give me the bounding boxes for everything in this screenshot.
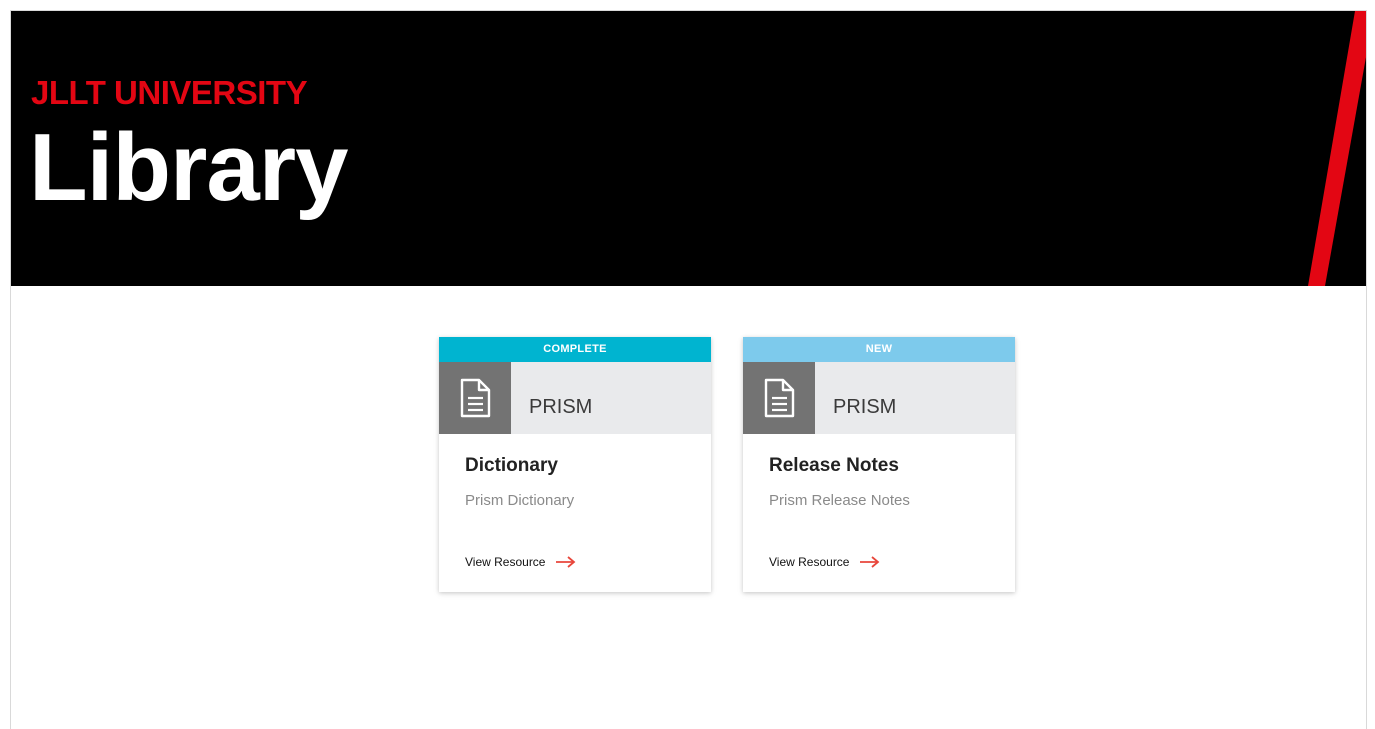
- page-frame: JLLT UNIVERSITY Library COMPLETE PRISM D…: [10, 10, 1367, 729]
- resource-card-release-notes[interactable]: NEW PRISM Release Notes Prism Release No…: [743, 337, 1015, 592]
- card-title: Release Notes: [769, 455, 899, 476]
- hero-banner: JLLT UNIVERSITY Library: [11, 11, 1366, 286]
- card-description: Prism Dictionary: [465, 492, 575, 509]
- view-resource-link[interactable]: View Resource: [769, 555, 880, 569]
- status-badge: COMPLETE: [439, 337, 711, 362]
- card-category: PRISM: [529, 396, 593, 418]
- card-meta-bar: PRISM: [743, 362, 1015, 434]
- arrow-right-icon: [556, 556, 576, 568]
- card-title: Dictionary: [465, 455, 558, 476]
- hero-kicker: JLLT UNIVERSITY: [31, 74, 308, 111]
- view-resource-label: View Resource: [465, 555, 546, 569]
- document-icon: [743, 362, 815, 434]
- view-resource-label: View Resource: [769, 555, 850, 569]
- arrow-right-icon: [860, 556, 880, 568]
- card-category: PRISM: [833, 396, 897, 418]
- document-icon: [439, 362, 511, 434]
- status-badge: NEW: [743, 337, 1015, 362]
- card-meta-bar: PRISM: [439, 362, 711, 434]
- view-resource-link[interactable]: View Resource: [465, 555, 576, 569]
- page-title: Library: [29, 114, 348, 221]
- resource-card-dictionary[interactable]: COMPLETE PRISM Dictionary Prism Dictiona…: [439, 337, 711, 592]
- card-description: Prism Release Notes: [769, 492, 910, 509]
- hero-accent-stripe: [1308, 11, 1366, 286]
